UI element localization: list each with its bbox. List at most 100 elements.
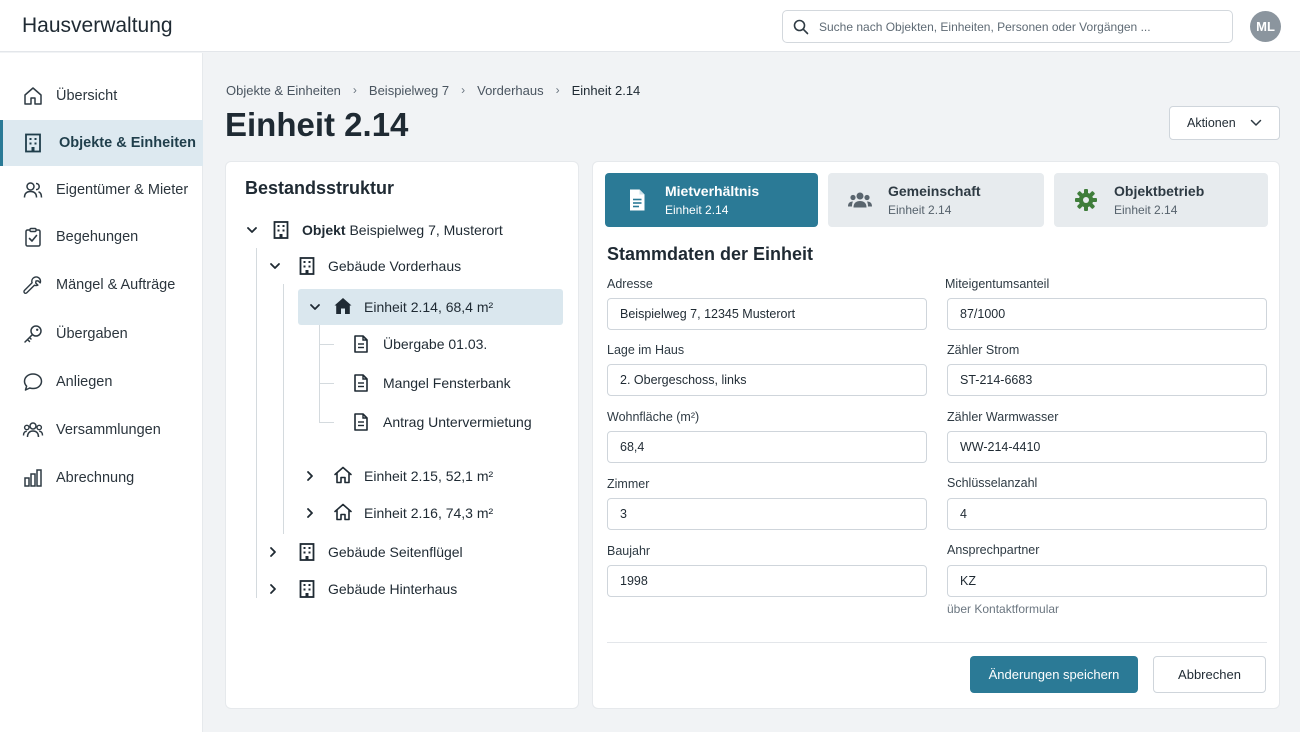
- schluesselanzahl-field[interactable]: [947, 498, 1267, 530]
- wohnflaeche-label: Wohnfläche (m²): [607, 410, 700, 424]
- sidebar-item-label: Objekte & Einheiten: [59, 135, 196, 151]
- breadcrumb-item[interactable]: Beispielweg 7: [369, 83, 449, 98]
- chevron-right-icon: ›: [555, 83, 560, 97]
- wohnflaeche-field[interactable]: [607, 431, 927, 463]
- tree-node-unit-2-15[interactable]: Einheit 2.15, 52,1 m²: [226, 458, 580, 494]
- chevron-right-icon: ›: [352, 83, 357, 97]
- tree-node-building-hinterhaus[interactable]: Gebäude Hinterhaus: [226, 571, 580, 607]
- chevron-right-icon[interactable]: [267, 546, 279, 558]
- breadcrumb-current: Einheit 2.14: [571, 82, 641, 98]
- chevron-right-icon[interactable]: [304, 470, 316, 482]
- zimmer-field[interactable]: [607, 498, 927, 530]
- adresse-field[interactable]: [607, 298, 927, 330]
- tab-title: Gemeinschaft: [888, 183, 981, 199]
- search-icon: [793, 19, 809, 35]
- tree-node-building-vorderhaus[interactable]: Gebäude Vorderhaus: [226, 248, 580, 284]
- zimmer-label: Zimmer: [607, 477, 650, 491]
- chevron-right-icon: ›: [461, 83, 466, 97]
- chevron-right-icon[interactable]: [267, 583, 279, 595]
- cancel-button[interactable]: Abbrechen: [1153, 656, 1266, 693]
- tab-mietverhaeltnis[interactable]: Mietverhältnis Einheit 2.14: [605, 173, 818, 227]
- group-icon: [22, 422, 44, 438]
- ansprechpartner-field[interactable]: [947, 565, 1267, 597]
- sidebar-item-label: Übergaben: [56, 326, 128, 342]
- user-avatar[interactable]: ML: [1250, 11, 1281, 42]
- sidebar-item-anliegen[interactable]: Anliegen: [0, 359, 203, 405]
- chevron-right-icon[interactable]: [304, 507, 316, 519]
- sidebar-item-maengel-auftraege[interactable]: Mängel & Aufträge: [0, 262, 203, 308]
- tab-gemeinschaft[interactable]: Gemeinschaft Einheit 2.14: [828, 173, 1044, 227]
- form-divider: [607, 642, 1267, 643]
- building-icon: [273, 221, 289, 239]
- tree-node-label: Einheit 2.15, 52,1 m²: [364, 468, 494, 484]
- baujahr-label: Baujahr: [607, 544, 651, 558]
- actions-label: Aktionen: [1187, 116, 1236, 130]
- building-icon: [25, 133, 41, 153]
- breadcrumb-item[interactable]: Objekte & Einheiten: [226, 83, 341, 98]
- tree-node-building-seitenfluegel[interactable]: Gebäude Seitenflügel: [226, 534, 580, 570]
- sidebar-item-objekte-einheiten[interactable]: Objekte & Einheiten: [0, 120, 203, 166]
- sidebar-item-eigentuemer-mieter[interactable]: Eigentümer & Mieter: [0, 167, 203, 213]
- sidebar-item-label: Mängel & Aufträge: [56, 277, 176, 293]
- sidebar-item-label: Anliegen: [56, 374, 113, 390]
- tree-node-label: Einheit 2.16, 74,3 m²: [364, 505, 494, 521]
- sidebar-item-label: Versammlungen: [56, 422, 161, 438]
- search-input[interactable]: [819, 11, 1224, 42]
- tree-node-document[interactable]: Mangel Fensterbank: [226, 365, 580, 401]
- sidebar-item-begehungen[interactable]: Begehungen: [0, 214, 203, 260]
- clipboard-check-icon: [25, 227, 41, 247]
- sidebar-nav: Übersicht Objekte & Einheiten Eigentümer…: [0, 53, 203, 732]
- lage-field[interactable]: [607, 364, 927, 396]
- app-title: Hausverwaltung: [22, 14, 173, 37]
- key-icon: [24, 325, 42, 343]
- tree-node-object[interactable]: Objekt Beispielweg 7, Musterort: [226, 212, 580, 248]
- tree-node-document[interactable]: Übergabe 01.03.: [226, 326, 580, 362]
- tree-node-label: Gebäude Seitenflügel: [328, 544, 463, 560]
- zaehler-strom-field[interactable]: [947, 364, 1267, 396]
- chevron-down-icon: [1250, 119, 1262, 126]
- sidebar-item-label: Eigentümer & Mieter: [56, 182, 189, 198]
- sidebar-item-label: Übersicht: [56, 88, 118, 104]
- building-icon: [299, 580, 315, 598]
- gear-icon: [1075, 189, 1097, 211]
- tree-node-unit-2-16[interactable]: Einheit 2.16, 74,3 m²: [226, 495, 580, 531]
- group-icon: [848, 192, 872, 208]
- tree-node-document[interactable]: Antrag Untervermietung: [226, 404, 580, 440]
- sidebar-item-abrechnung[interactable]: Abrechnung: [0, 455, 203, 501]
- tab-objektbetrieb[interactable]: Objektbetrieb Einheit 2.14: [1054, 173, 1268, 227]
- zaehler-warmwasser-field[interactable]: [947, 431, 1267, 463]
- breadcrumb: Objekte & Einheiten › Beispielweg 7 › Vo…: [226, 81, 640, 99]
- home-filled-icon: [334, 298, 352, 314]
- wrench-icon: [23, 276, 42, 295]
- tab-title: Objektbetrieb: [1114, 183, 1205, 199]
- sidebar-item-uebersicht[interactable]: Übersicht: [0, 73, 203, 119]
- search-box[interactable]: [782, 10, 1233, 43]
- home-icon: [24, 87, 42, 105]
- chevron-down-icon[interactable]: [309, 301, 321, 313]
- actions-dropdown-button[interactable]: Aktionen: [1169, 106, 1280, 140]
- miteigentumsanteil-field[interactable]: [947, 298, 1267, 330]
- bar-chart-icon: [24, 469, 42, 487]
- sidebar-item-uebergaben[interactable]: Übergaben: [0, 311, 203, 357]
- sidebar-item-versammlungen[interactable]: Versammlungen: [0, 407, 203, 453]
- building-icon: [299, 543, 315, 561]
- tree-node-unit-2-14[interactable]: Einheit 2.14, 68,4 m²: [298, 289, 563, 325]
- tree-title: Bestandsstruktur: [245, 178, 395, 198]
- tab-subtitle: Einheit 2.14: [888, 203, 952, 217]
- schluesselanzahl-label: Schlüsselanzahl: [947, 476, 1038, 490]
- chevron-down-icon[interactable]: [269, 260, 281, 272]
- tree-node-label: Mangel Fensterbank: [383, 375, 511, 391]
- app-header: Hausverwaltung ML: [0, 0, 1300, 52]
- document-icon: [354, 374, 368, 392]
- tab-title: Mietverhältnis: [665, 183, 760, 199]
- tab-subtitle: Einheit 2.14: [665, 203, 729, 217]
- sidebar-item-label: Abrechnung: [56, 470, 135, 486]
- chevron-down-icon[interactable]: [246, 224, 258, 236]
- tab-subtitle: Einheit 2.14: [1114, 203, 1178, 217]
- tree-node-label: Gebäude Vorderhaus: [328, 258, 462, 274]
- breadcrumb-item[interactable]: Vorderhaus: [477, 83, 544, 98]
- save-button[interactable]: Änderungen speichern: [970, 656, 1138, 693]
- home-icon: [334, 503, 352, 521]
- baujahr-field[interactable]: [607, 565, 927, 597]
- tree-node-label: Objekt Beispielweg 7, Musterort: [302, 222, 503, 238]
